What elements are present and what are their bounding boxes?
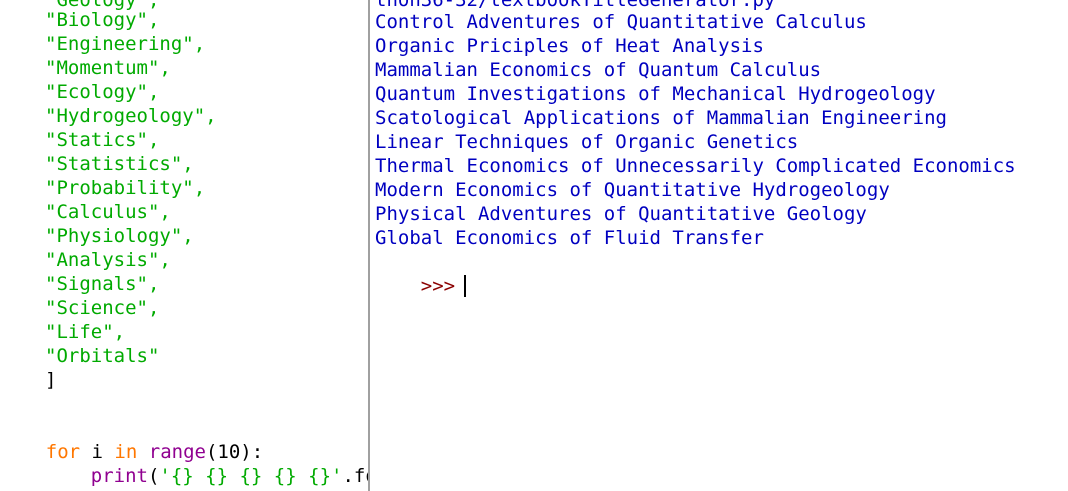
output-line: Global Economics of Fluid Transfer: [375, 227, 764, 249]
code-line: "Hydrogeology",: [45, 105, 217, 127]
shell-output-pane[interactable]: thon36-32/textbookTitleGenerator.py Cont…: [370, 0, 1068, 491]
shell-input-line[interactable]: >>>: [375, 250, 467, 297]
code-line: "Physiology",: [45, 225, 194, 247]
output-line: Control Adventures of Quantitative Calcu…: [375, 11, 867, 33]
output-line: Mammalian Economics of Quantum Calculus: [375, 59, 822, 81]
code-line: "Biology",: [45, 9, 160, 31]
output-line: Thermal Economics of Unnecessarily Compl…: [375, 155, 1016, 177]
code-line: "Orbitals": [45, 345, 160, 367]
output-line: Organic Priciples of Heat Analysis: [375, 35, 764, 57]
print-open-paren: (: [147, 465, 160, 487]
output-line: Quantum Investigations of Mechanical Hyd…: [375, 83, 936, 105]
code-line: "Statistics",: [45, 153, 194, 175]
code-line-for-loop: for i in range(10):: [0, 416, 263, 463]
code-editor-pane[interactable]: "Geology", "Biology", "Engineering", "Mo…: [0, 0, 368, 491]
output-line: Modern Economics of Quantitative Hydroge…: [375, 179, 890, 201]
code-line: "Calculus",: [45, 201, 171, 223]
code-line: "Life",: [45, 321, 126, 343]
output-line: Linear Techniques of Organic Genetics: [375, 131, 799, 153]
code-line: "Statics",: [45, 129, 160, 151]
code-line: "Probability",: [45, 177, 206, 199]
format-string: '{} {} {} {} {}': [159, 465, 343, 487]
code-line: "Ecology",: [45, 81, 160, 103]
code-line: "Engineering",: [45, 33, 206, 55]
code-line: "Science",: [45, 297, 160, 319]
code-line: "Analysis",: [45, 249, 171, 271]
code-line-print: print('{} {} {} {} {}'.form: [45, 440, 368, 487]
code-line-close-bracket: ]: [45, 369, 57, 391]
code-line: "Signals",: [45, 273, 160, 295]
output-line: Physical Adventures of Quantitative Geol…: [375, 203, 867, 225]
code-line: "Momentum",: [45, 57, 171, 79]
format-call: .form: [342, 465, 368, 487]
output-line: Scatological Applications of Mammalian E…: [375, 107, 947, 129]
shell-prompt: >>>: [420, 275, 456, 297]
print-builtin: print: [90, 465, 148, 487]
text-cursor: [464, 275, 467, 297]
